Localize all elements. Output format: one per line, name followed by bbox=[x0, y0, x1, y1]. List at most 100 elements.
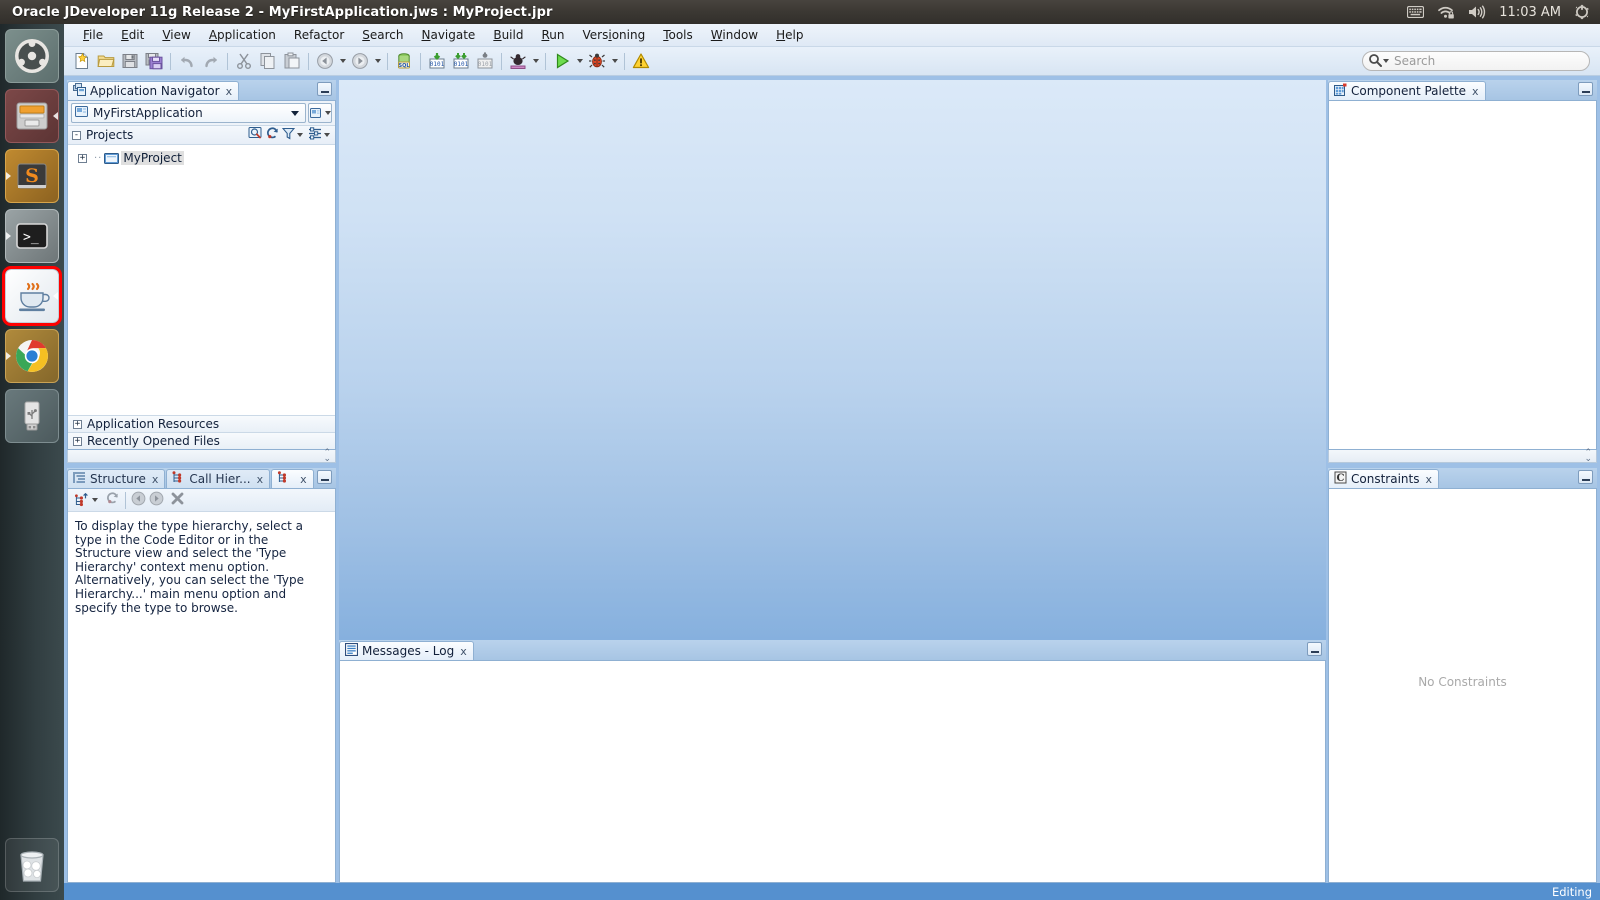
section-expander[interactable]: + bbox=[73, 436, 82, 446]
launcher-item-chrome[interactable] bbox=[5, 329, 59, 383]
launcher-item-usb-drive[interactable] bbox=[5, 389, 59, 443]
minimize-icon[interactable] bbox=[317, 470, 332, 484]
tab-constraints[interactable]: C Constraints x bbox=[1328, 469, 1439, 488]
component-palette-resize-strip[interactable]: ⌃ ⌄ bbox=[1328, 449, 1597, 464]
menu-build[interactable]: Build bbox=[484, 26, 532, 44]
profile-icon[interactable] bbox=[506, 49, 530, 73]
menu-application[interactable]: Application bbox=[200, 26, 285, 44]
menu-edit[interactable]: Edit bbox=[112, 26, 153, 44]
constraints-content[interactable]: No Constraints bbox=[1328, 488, 1597, 883]
component-palette-content[interactable] bbox=[1328, 100, 1597, 450]
wifi-locked-icon[interactable] bbox=[1437, 5, 1455, 19]
working-sets-dropdown[interactable] bbox=[297, 133, 303, 137]
clock-label[interactable]: 11:03 AM bbox=[1499, 5, 1561, 20]
menu-run[interactable]: Run bbox=[532, 26, 573, 44]
redo-icon[interactable] bbox=[199, 49, 223, 73]
sql-worksheet-icon[interactable]: SQL bbox=[392, 49, 416, 73]
close-icon[interactable]: x bbox=[257, 473, 264, 486]
power-gear-icon[interactable] bbox=[1574, 4, 1590, 20]
close-icon[interactable]: x bbox=[460, 645, 467, 658]
search-dropdown-caret[interactable] bbox=[1383, 59, 1389, 63]
close-icon[interactable]: x bbox=[152, 473, 159, 486]
filter-search-icon[interactable] bbox=[248, 126, 263, 144]
save-icon[interactable] bbox=[118, 49, 142, 73]
navigator-display-dropdown[interactable] bbox=[324, 133, 330, 137]
close-icon[interactable]: x bbox=[1472, 85, 1479, 98]
chevron-down-icon[interactable] bbox=[291, 110, 299, 116]
resize-grip-icon[interactable]: ⌃ ⌄ bbox=[323, 449, 331, 464]
volume-icon[interactable] bbox=[1468, 5, 1486, 19]
copy-icon[interactable] bbox=[256, 49, 280, 73]
open-file-icon[interactable] bbox=[94, 49, 118, 73]
navigate-forward-dropdown[interactable] bbox=[372, 50, 383, 72]
tree-item-label[interactable]: MyProject bbox=[121, 151, 184, 165]
launcher-item-files[interactable] bbox=[5, 89, 59, 143]
navigate-forward-icon[interactable] bbox=[348, 49, 372, 73]
editor-canvas[interactable] bbox=[339, 80, 1326, 640]
working-sets-icon[interactable] bbox=[281, 127, 296, 143]
new-file-icon[interactable] bbox=[70, 49, 94, 73]
rebuild-icon[interactable]: 0101 bbox=[449, 49, 473, 73]
tab-call-hierarchy[interactable]: Call Hier... x bbox=[166, 469, 271, 488]
navigator-resize-strip[interactable]: ⌃ ⌄ bbox=[67, 449, 336, 464]
projects-expander[interactable]: - bbox=[72, 130, 81, 140]
resize-grip-icon[interactable]: ⌃ ⌄ bbox=[1584, 449, 1592, 464]
menu-refactor[interactable]: Refactor bbox=[285, 26, 353, 44]
section-application-resources[interactable]: + Application Resources bbox=[68, 415, 335, 432]
launcher-item-ubuntu-dash[interactable] bbox=[5, 29, 59, 83]
messages-log-content[interactable] bbox=[339, 660, 1326, 883]
menu-view[interactable]: View bbox=[153, 26, 199, 44]
save-all-icon[interactable] bbox=[142, 49, 166, 73]
navigator-display-options-icon[interactable] bbox=[308, 127, 322, 143]
launcher-item-trash[interactable] bbox=[5, 838, 59, 892]
new-type-hierarchy-icon[interactable] bbox=[74, 492, 98, 508]
back-icon[interactable] bbox=[131, 491, 146, 509]
make-icon[interactable]: 0101 bbox=[425, 49, 449, 73]
menu-navigate[interactable]: Navigate bbox=[412, 26, 484, 44]
section-expander[interactable]: + bbox=[73, 419, 82, 429]
run-icon[interactable] bbox=[550, 49, 574, 73]
launcher-item-terminal[interactable]: >_ bbox=[5, 209, 59, 263]
search-magnifier-icon[interactable] bbox=[1368, 53, 1382, 70]
navigate-back-dropdown[interactable] bbox=[337, 50, 348, 72]
refresh-icon[interactable] bbox=[105, 491, 120, 509]
application-menu-button[interactable] bbox=[308, 103, 332, 123]
profile-dropdown[interactable] bbox=[530, 50, 541, 72]
menu-help[interactable]: Help bbox=[767, 26, 812, 44]
paste-icon[interactable] bbox=[280, 49, 304, 73]
keyboard-icon[interactable] bbox=[1407, 6, 1425, 18]
tab-component-palette[interactable]: Component Palette x bbox=[1328, 81, 1486, 100]
menu-versioning[interactable]: Versioning bbox=[573, 26, 654, 44]
navigate-back-icon[interactable] bbox=[313, 49, 337, 73]
delete-icon[interactable] bbox=[170, 491, 185, 509]
tree-expander[interactable]: + bbox=[78, 153, 87, 163]
tab-structure[interactable]: Structure x bbox=[67, 469, 166, 488]
debug-icon[interactable] bbox=[585, 49, 609, 73]
menu-window[interactable]: Window bbox=[702, 26, 767, 44]
menu-search[interactable]: Search bbox=[353, 26, 412, 44]
minimize-icon[interactable] bbox=[1578, 470, 1593, 484]
menu-file[interactable]: File bbox=[74, 26, 112, 44]
forward-icon[interactable] bbox=[149, 491, 164, 509]
cut-icon[interactable] bbox=[232, 49, 256, 73]
close-icon[interactable]: x bbox=[226, 85, 233, 98]
launcher-item-jdeveloper[interactable] bbox=[2, 266, 62, 326]
tab-messages-log[interactable]: Messages - Log x bbox=[339, 641, 474, 660]
menu-tools[interactable]: Tools bbox=[654, 26, 702, 44]
tree-row[interactable]: + ·· MyProject bbox=[68, 149, 335, 167]
run-ant-icon[interactable]: 0101 bbox=[473, 49, 497, 73]
tab-application-navigator[interactable]: Application Navigator x bbox=[67, 81, 240, 100]
application-combo[interactable]: MyFirstApplication bbox=[71, 103, 306, 123]
launcher-item-sublime-text[interactable]: S bbox=[5, 149, 59, 203]
close-icon[interactable]: x bbox=[300, 473, 307, 486]
search-input[interactable] bbox=[1394, 54, 1585, 68]
audit-warning-icon[interactable] bbox=[629, 49, 653, 73]
minimize-icon[interactable] bbox=[1578, 82, 1593, 96]
debug-dropdown[interactable] bbox=[609, 50, 620, 72]
undo-icon[interactable] bbox=[175, 49, 199, 73]
run-dropdown[interactable] bbox=[574, 50, 585, 72]
section-recently-opened-files[interactable]: + Recently Opened Files bbox=[68, 432, 335, 449]
search-box[interactable] bbox=[1362, 51, 1590, 71]
projects-header-row[interactable]: - Projects bbox=[68, 126, 335, 145]
minimize-icon[interactable] bbox=[317, 82, 332, 96]
